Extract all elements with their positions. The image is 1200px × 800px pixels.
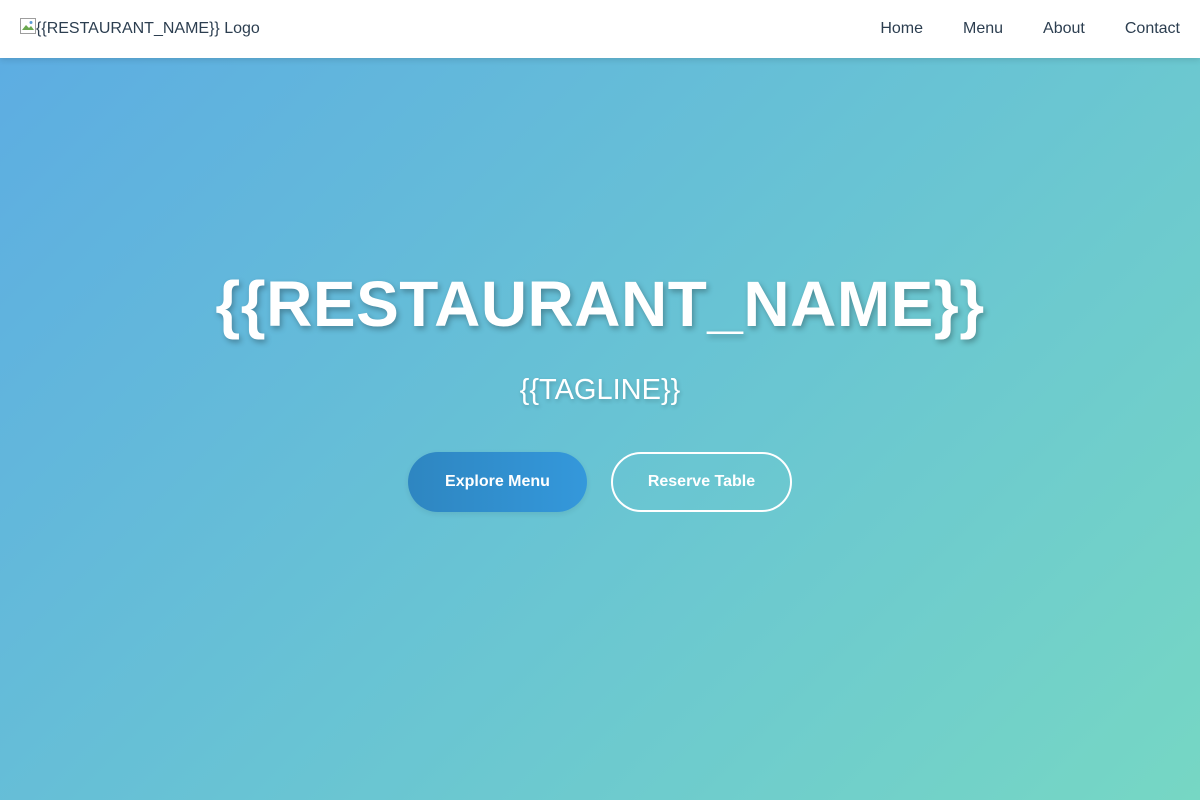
hero-section: {{RESTAURANT_NAME}} {{TAGLINE}} Explore … — [0, 58, 1200, 800]
broken-image-icon — [20, 18, 36, 34]
nav-link-about[interactable]: About — [1043, 20, 1085, 38]
reserve-table-button[interactable]: Reserve Table — [611, 452, 792, 512]
hero-tagline: {{TAGLINE}} — [519, 374, 681, 406]
nav-link-home[interactable]: Home — [880, 20, 923, 38]
logo-alt-text: {{RESTAURANT_NAME}} Logo — [36, 20, 260, 37]
explore-menu-button[interactable]: Explore Menu — [408, 452, 587, 512]
hero-title: {{RESTAURANT_NAME}} — [215, 268, 985, 340]
nav-link-contact[interactable]: Contact — [1125, 20, 1180, 38]
nav-links: Home Menu About Contact — [880, 20, 1180, 38]
logo[interactable]: {{RESTAURANT_NAME}} Logo — [20, 17, 260, 41]
hero-buttons: Explore Menu Reserve Table — [408, 452, 792, 512]
nav-link-menu[interactable]: Menu — [963, 20, 1003, 38]
navbar: {{RESTAURANT_NAME}} Logo Home Menu About… — [0, 0, 1200, 58]
